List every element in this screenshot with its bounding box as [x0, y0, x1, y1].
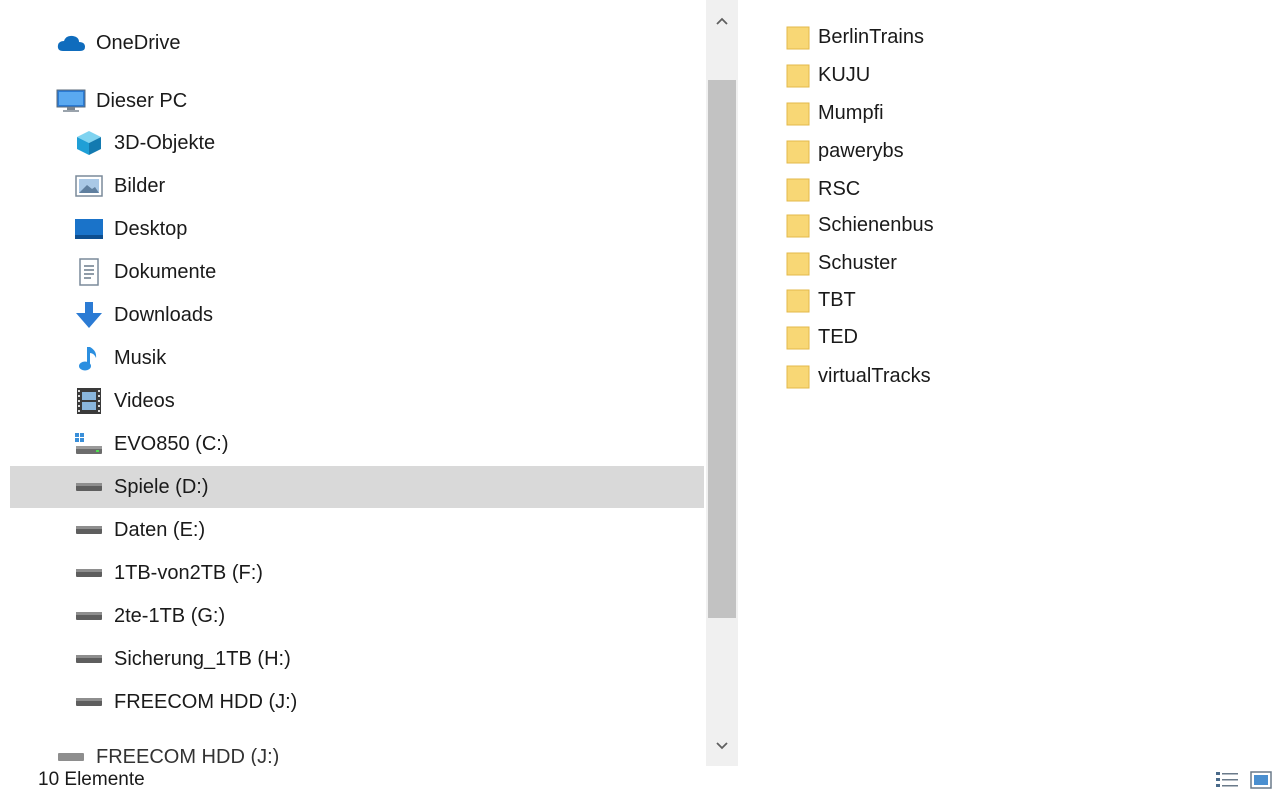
drive-icon: [74, 601, 104, 631]
folder-item[interactable]: KUJU: [786, 56, 1126, 94]
nav-item-drive-e[interactable]: Daten (E:): [10, 509, 704, 551]
folder-icon: [786, 140, 810, 164]
system-drive-icon: [74, 429, 104, 459]
drive-icon: [74, 687, 104, 717]
nav-item-3d-objects[interactable]: 3D-Objekte: [10, 122, 704, 164]
nav-item-onedrive[interactable]: OneDrive: [10, 22, 704, 64]
folder-item[interactable]: pawerybs: [786, 132, 1126, 170]
folder-name: Mumpfi: [818, 101, 884, 124]
folder-icon: [786, 289, 810, 313]
nav-item-label: FREECOM HDD (J:): [96, 745, 280, 767]
nav-item-drive-d[interactable]: Spiele (D:): [10, 466, 704, 508]
nav-item-label: Dieser PC: [96, 89, 188, 112]
large-icons-view-icon: [1250, 771, 1272, 789]
drive-icon: [56, 742, 86, 766]
large-icons-view-button[interactable]: [1248, 770, 1274, 790]
folder-item[interactable]: Schuster: [786, 244, 1126, 282]
nav-item-music[interactable]: Musik: [10, 337, 704, 379]
nav-item-label: Musik: [114, 346, 167, 369]
folder-name: RSC: [818, 177, 861, 200]
folder-icon: [786, 214, 810, 238]
nav-item-label: Bilder: [114, 174, 166, 197]
folder-name: Schienenbus: [818, 213, 934, 236]
folder-name: Schuster: [818, 251, 897, 274]
folder-item[interactable]: TED: [786, 318, 1126, 356]
folder-icon: [786, 326, 810, 350]
nav-item-drive-h[interactable]: Sicherung_1TB (H:): [10, 638, 704, 680]
folder-item[interactable]: Schienenbus: [786, 206, 1126, 244]
music-note-icon: [74, 343, 104, 373]
scrollbar-thumb[interactable]: [708, 80, 736, 618]
download-arrow-icon: [74, 300, 104, 330]
nav-item-label: Daten (E:): [114, 518, 206, 541]
nav-item-label: Dokumente: [114, 260, 217, 283]
details-view-icon: [1216, 772, 1238, 787]
folder-icon: [786, 178, 810, 202]
pictures-icon: [74, 171, 104, 201]
folder-item[interactable]: Mumpfi: [786, 94, 1126, 132]
nav-item-label: 2te-1TB (G:): [114, 604, 226, 627]
3d-objects-icon: [74, 128, 104, 158]
folder-item[interactable]: TBT: [786, 281, 1126, 319]
nav-item-videos[interactable]: Videos: [10, 380, 704, 422]
folder-name: KUJU: [818, 63, 871, 86]
nav-item-desktop[interactable]: Desktop: [10, 208, 704, 250]
nav-item-drive-f[interactable]: 1TB-von2TB (F:): [10, 552, 704, 594]
documents-icon: [74, 257, 104, 287]
chevron-down-icon: [716, 741, 728, 749]
nav-scrollbar[interactable]: [706, 0, 738, 766]
nav-item-label: Sicherung_1TB (H:): [114, 647, 291, 670]
nav-item-downloads[interactable]: Downloads: [10, 294, 704, 336]
computer-icon: [56, 86, 86, 116]
cloud-icon: [56, 28, 86, 58]
chevron-up-icon: [716, 17, 728, 25]
folder-name: TBT: [818, 288, 856, 311]
folder-item[interactable]: BerlinTrains: [786, 18, 1126, 56]
folder-name: virtualTracks: [818, 364, 931, 387]
item-count: 10 Elemente: [38, 769, 145, 790]
nav-item-drive-j-network[interactable]: FREECOM HDD (J:): [10, 742, 704, 766]
folder-icon: [786, 26, 810, 50]
drive-icon: [74, 472, 104, 502]
folder-item[interactable]: RSC: [786, 170, 1126, 208]
nav-item-label: Downloads: [114, 303, 213, 326]
folder-icon: [786, 64, 810, 88]
folder-icon: [786, 102, 810, 126]
nav-item-drive-j[interactable]: FREECOM HDD (J:): [10, 681, 704, 723]
folder-name: pawerybs: [818, 139, 904, 162]
folder-item[interactable]: virtualTracks: [786, 357, 1126, 395]
nav-item-drive-c[interactable]: EVO850 (C:): [10, 423, 704, 465]
nav-item-documents[interactable]: Dokumente: [10, 251, 704, 293]
scroll-up-button[interactable]: [706, 6, 738, 36]
drive-icon: [74, 515, 104, 545]
nav-item-label: FREECOM HDD (J:): [114, 690, 298, 713]
nav-item-drive-g[interactable]: 2te-1TB (G:): [10, 595, 704, 637]
nav-item-label: OneDrive: [96, 31, 181, 54]
status-bar: 10 Elemente: [0, 766, 1283, 794]
navigation-pane: OneDrive Dieser PC 3D-Objekte Bilder Des…: [0, 0, 706, 766]
nav-item-label: 3D-Objekte: [114, 131, 216, 154]
scroll-down-button[interactable]: [706, 730, 738, 760]
nav-item-label: EVO850 (C:): [114, 432, 229, 455]
nav-item-pictures[interactable]: Bilder: [10, 165, 704, 207]
desktop-icon: [74, 214, 104, 244]
nav-item-label: 1TB-von2TB (F:): [114, 561, 263, 584]
nav-item-label: Spiele (D:): [114, 475, 209, 498]
nav-item-label: Videos: [114, 389, 175, 412]
details-view-button[interactable]: [1214, 770, 1240, 790]
nav-item-this-pc[interactable]: Dieser PC: [10, 80, 704, 122]
film-icon: [74, 386, 104, 416]
drive-icon: [74, 644, 104, 674]
folder-icon: [786, 252, 810, 276]
folder-name: TED: [818, 325, 858, 348]
folder-name: BerlinTrains: [818, 25, 924, 48]
folder-icon: [786, 365, 810, 389]
drive-icon: [74, 558, 104, 588]
nav-item-label: Desktop: [114, 217, 188, 240]
